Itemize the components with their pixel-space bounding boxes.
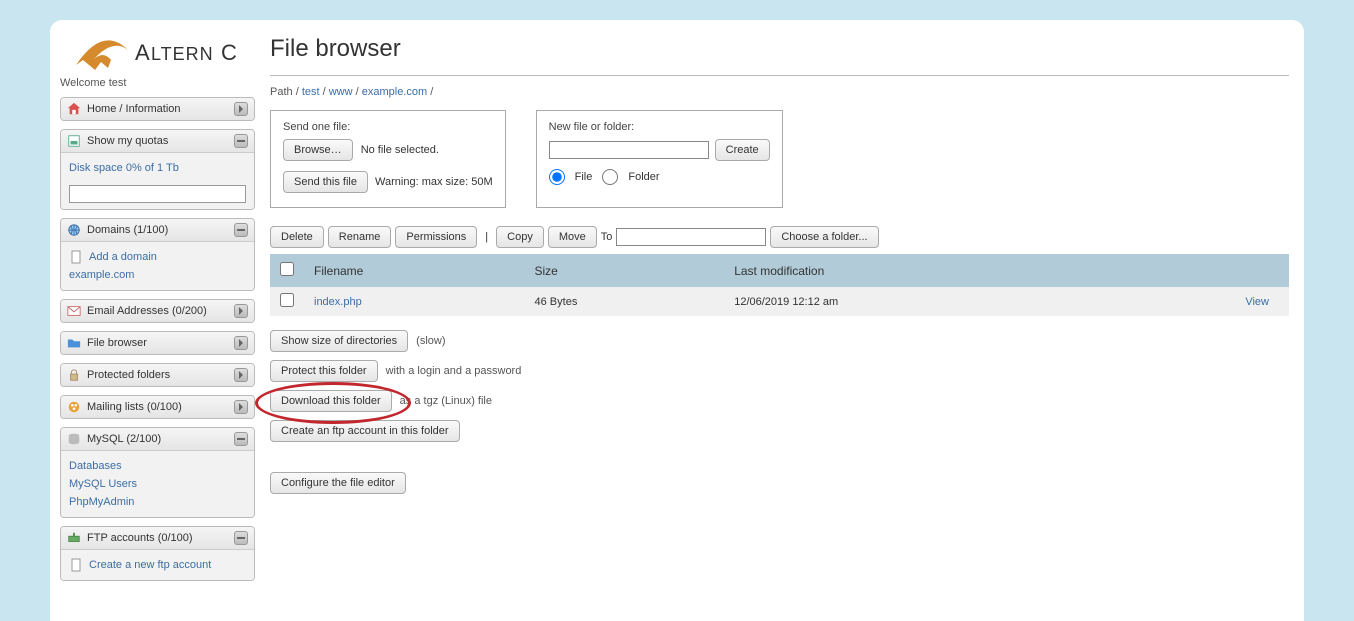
sidebar-item-label: Mailing lists (0/100) <box>87 401 228 413</box>
protect-folder-button[interactable]: Protect this folder <box>270 360 378 382</box>
sidebar-item-quotas[interactable]: Show my quotas <box>61 130 254 153</box>
browse-button[interactable]: Browse… <box>283 139 353 161</box>
sidebar-item-protected[interactable]: Protected folders <box>61 364 254 386</box>
send-file-button[interactable]: Send this file <box>283 171 368 193</box>
choose-folder-button[interactable]: Choose a folder... <box>770 226 878 248</box>
file-table: Filename Size Last modification index.ph… <box>270 254 1289 316</box>
sidebar-item-label: Protected folders <box>87 369 228 381</box>
table-row: index.php 46 Bytes 12/06/2019 12:12 am V… <box>270 287 1289 316</box>
svg-text:LTERN: LTERN <box>151 44 214 64</box>
svg-text:C: C <box>221 40 237 65</box>
page-title: File browser <box>270 35 1289 76</box>
ftp-icon <box>67 531 81 545</box>
sidebar-item-domains[interactable]: Domains (1/100) <box>61 219 254 242</box>
breadcrumb: Path / test / www / example.com / <box>270 86 1289 98</box>
svg-text:A: A <box>135 40 152 65</box>
disk-space-bar <box>69 185 246 203</box>
home-icon <box>67 102 81 116</box>
col-modified: Last modification <box>724 254 1118 287</box>
select-all-checkbox[interactable] <box>280 262 294 276</box>
sidebar-item-home[interactable]: Home / Information <box>61 98 254 120</box>
path-part[interactable]: example.com <box>362 86 427 98</box>
chevron-right-icon <box>234 368 248 382</box>
show-size-note: (slow) <box>416 335 445 347</box>
file-radio-label: File <box>575 171 593 183</box>
create-ftp-account-button[interactable]: Create an ftp account in this folder <box>270 420 460 442</box>
col-size: Size <box>525 254 725 287</box>
collapse-icon <box>234 432 248 446</box>
delete-button[interactable]: Delete <box>270 226 324 248</box>
file-modified: 12/06/2019 12:12 am <box>724 287 1118 316</box>
path-part[interactable]: www <box>329 86 353 98</box>
chevron-right-icon <box>234 336 248 350</box>
collapse-icon <box>234 223 248 237</box>
view-link[interactable]: View <box>1245 296 1269 308</box>
file-radio[interactable] <box>549 169 565 185</box>
col-filename: Filename <box>304 254 525 287</box>
file-icon <box>69 250 83 264</box>
collapse-icon <box>234 531 248 545</box>
sidebar-item-label: Domains (1/100) <box>87 224 228 236</box>
sidebar-item-filebrowser[interactable]: File browser <box>61 332 254 354</box>
sidebar-item-email[interactable]: Email Addresses (0/200) <box>61 300 254 322</box>
folder-radio[interactable] <box>602 169 618 185</box>
configure-editor-button[interactable]: Configure the file editor <box>270 472 406 494</box>
protect-note: with a login and a password <box>386 365 522 377</box>
sidebar-item-ftp[interactable]: FTP accounts (0/100) <box>61 527 254 550</box>
file-size: 46 Bytes <box>525 287 725 316</box>
newfile-input[interactable] <box>549 141 709 159</box>
download-note: as a tgz (Linux) file <box>400 395 492 407</box>
sidebar-item-mailing[interactable]: Mailing lists (0/100) <box>61 396 254 418</box>
download-folder-button[interactable]: Download this folder <box>270 390 392 412</box>
row-checkbox[interactable] <box>280 293 294 307</box>
domain-example-link[interactable]: example.com <box>69 266 246 284</box>
database-icon <box>67 432 81 446</box>
folder-radio-label: Folder <box>628 171 659 183</box>
mysql-users-link[interactable]: MySQL Users <box>69 475 246 493</box>
move-button[interactable]: Move <box>548 226 597 248</box>
lock-icon <box>67 368 81 382</box>
newfile-label: New file or folder: <box>549 121 770 133</box>
separator: | <box>485 231 488 243</box>
quota-icon <box>67 134 81 148</box>
phpmyadmin-link[interactable]: PhpMyAdmin <box>69 493 246 511</box>
rename-button[interactable]: Rename <box>328 226 392 248</box>
sidebar-item-label: Home / Information <box>87 103 228 115</box>
chevron-right-icon <box>234 102 248 116</box>
add-domain-link[interactable]: Add a domain <box>89 248 157 266</box>
mail-icon <box>67 304 81 318</box>
to-label: To <box>601 231 613 243</box>
chevron-right-icon <box>234 304 248 318</box>
welcome-text: Welcome test <box>60 77 255 89</box>
collapse-icon <box>234 134 248 148</box>
sidebar-item-label: Email Addresses (0/200) <box>87 305 228 317</box>
copy-button[interactable]: Copy <box>496 226 544 248</box>
file-icon <box>69 558 83 572</box>
file-link[interactable]: index.php <box>314 296 362 308</box>
newfile-box: New file or folder: Create File Folder <box>536 110 783 208</box>
show-size-button[interactable]: Show size of directories <box>270 330 408 352</box>
sidebar-item-label: FTP accounts (0/100) <box>87 532 228 544</box>
folder-icon <box>67 336 81 350</box>
no-file-text: No file selected. <box>361 144 439 156</box>
chevron-right-icon <box>234 400 248 414</box>
path-label: Path <box>270 86 293 98</box>
upload-label: Send one file: <box>283 121 493 133</box>
sidebar-item-mysql[interactable]: MySQL (2/100) <box>61 428 254 451</box>
disk-space-link[interactable]: Disk space 0% of 1 Tb <box>69 159 246 177</box>
upload-warning: Warning: max size: 50M <box>375 176 493 188</box>
create-ftp-link[interactable]: Create a new ftp account <box>89 556 211 574</box>
databases-link[interactable]: Databases <box>69 457 246 475</box>
permissions-button[interactable]: Permissions <box>395 226 477 248</box>
logo: A LTERN C <box>73 30 243 72</box>
globe-icon <box>67 223 81 237</box>
upload-box: Send one file: Browse… No file selected.… <box>270 110 506 208</box>
sidebar-item-label: Show my quotas <box>87 135 228 147</box>
path-part[interactable]: test <box>302 86 320 98</box>
sidebar-item-label: MySQL (2/100) <box>87 433 228 445</box>
sidebar-item-label: File browser <box>87 337 228 349</box>
create-button[interactable]: Create <box>715 139 770 161</box>
destination-input[interactable] <box>616 228 766 246</box>
list-icon <box>67 400 81 414</box>
